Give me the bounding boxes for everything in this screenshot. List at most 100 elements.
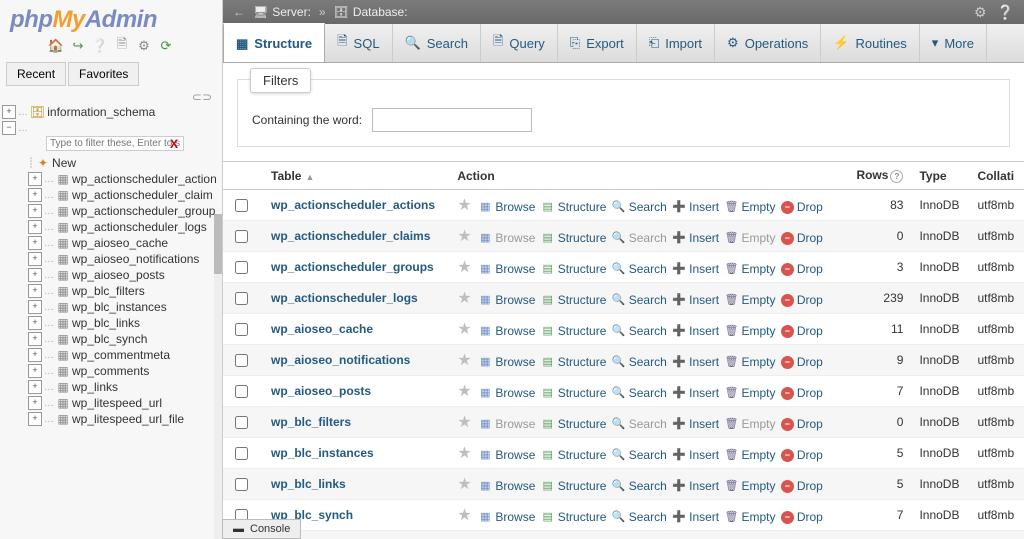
table-name-link[interactable]: wp_actionscheduler_logs (271, 291, 418, 305)
tab-more[interactable]: ▾More (920, 24, 987, 62)
table-name-link[interactable]: wp_blc_instances (271, 446, 374, 460)
tree-table-item[interactable]: wp_actionscheduler_claim (72, 188, 213, 202)
drop-action[interactable]: −Drop (781, 417, 823, 431)
drop-action[interactable]: −Drop (781, 448, 823, 462)
tree-table-item[interactable]: wp_actionscheduler_group (72, 204, 215, 218)
favorite-star-icon[interactable]: ★ (457, 228, 471, 245)
expand-icon[interactable]: + (28, 364, 42, 378)
row-checkbox[interactable] (235, 292, 248, 305)
col-type[interactable]: Type (911, 162, 969, 190)
favorite-star-icon[interactable]: ★ (457, 197, 471, 214)
search-action[interactable]: 🔍Search (612, 386, 667, 400)
containing-input[interactable] (372, 108, 532, 132)
row-checkbox[interactable] (235, 354, 248, 367)
search-action[interactable]: 🔍Search (612, 448, 667, 462)
favorite-star-icon[interactable]: ★ (457, 321, 471, 338)
expand-icon[interactable]: + (28, 316, 42, 330)
structure-action[interactable]: ▤Structure (541, 231, 607, 245)
logout-icon[interactable]: ↪ (70, 38, 86, 54)
favorite-star-icon[interactable]: ★ (457, 507, 471, 524)
empty-action[interactable]: 🗑Empty (724, 479, 775, 493)
link-icon[interactable]: ⊂⊃ (0, 90, 222, 104)
tab-sql[interactable]: 🗎SQL (325, 24, 392, 62)
table-name-link[interactable]: wp_actionscheduler_claims (271, 229, 430, 243)
search-action[interactable]: 🔍Search (612, 293, 667, 307)
drop-action[interactable]: −Drop (781, 262, 823, 276)
structure-action[interactable]: ▤Structure (541, 324, 607, 338)
insert-action[interactable]: ➕Insert (672, 510, 719, 524)
drop-action[interactable]: −Drop (781, 386, 823, 400)
expand-icon[interactable]: + (28, 172, 42, 186)
structure-action[interactable]: ▤Structure (541, 479, 607, 493)
drop-action[interactable]: −Drop (781, 324, 823, 338)
tab-export[interactable]: ⎘Export (558, 24, 637, 62)
tree-table-item[interactable]: wp_commentmeta (72, 348, 170, 362)
expand-icon[interactable]: + (28, 348, 42, 362)
expand-icon[interactable]: + (28, 188, 42, 202)
drop-action[interactable]: −Drop (781, 355, 823, 369)
empty-action[interactable]: 🗑Empty (724, 417, 775, 431)
reload-icon[interactable]: ⟳ (158, 38, 174, 54)
drop-action[interactable]: −Drop (781, 293, 823, 307)
empty-action[interactable]: 🗑Empty (724, 200, 775, 214)
insert-action[interactable]: ➕Insert (672, 262, 719, 276)
expand-icon[interactable]: + (28, 268, 42, 282)
empty-action[interactable]: 🗑Empty (724, 386, 775, 400)
tree-table-item[interactable]: wp_aioseo_posts (72, 268, 165, 282)
search-action[interactable]: 🔍Search (612, 262, 667, 276)
tab-routines[interactable]: ⚡Routines (821, 24, 920, 62)
collapse-icon[interactable]: − (2, 121, 16, 135)
browse-action[interactable]: ▦Browse (478, 386, 535, 400)
expand-icon[interactable]: + (28, 332, 42, 346)
col-table[interactable]: Table▲ (263, 162, 449, 190)
expand-icon[interactable]: + (2, 105, 16, 119)
tab-query[interactable]: 🗎Query (481, 24, 558, 62)
tab-structure[interactable]: ▦Structure (223, 23, 325, 62)
expand-icon[interactable]: + (28, 220, 42, 234)
row-checkbox[interactable] (235, 447, 248, 460)
insert-action[interactable]: ➕Insert (672, 324, 719, 338)
browse-action[interactable]: ▦Browse (478, 200, 535, 214)
server-crumb[interactable]: 🖥 Server: (253, 5, 311, 19)
tree-table-item[interactable]: wp_blc_filters (72, 284, 145, 298)
browse-action[interactable]: ▦Browse (478, 262, 535, 276)
tree-table-item[interactable]: wp_comments (72, 364, 149, 378)
insert-action[interactable]: ➕Insert (672, 293, 719, 307)
drop-action[interactable]: −Drop (781, 479, 823, 493)
insert-action[interactable]: ➕Insert (672, 231, 719, 245)
row-checkbox[interactable] (235, 323, 248, 336)
favorite-star-icon[interactable]: ★ (457, 383, 471, 400)
structure-action[interactable]: ▤Structure (541, 355, 607, 369)
empty-action[interactable]: 🗑Empty (724, 262, 775, 276)
structure-action[interactable]: ▤Structure (541, 417, 607, 431)
search-action[interactable]: 🔍Search (612, 479, 667, 493)
structure-action[interactable]: ▤Structure (541, 386, 607, 400)
tree-scrollbar[interactable] (214, 214, 222, 539)
insert-action[interactable]: ➕Insert (672, 355, 719, 369)
recent-tab[interactable]: Recent (6, 62, 66, 86)
expand-icon[interactable]: + (28, 252, 42, 266)
gear-icon[interactable]: ⚙ (974, 4, 987, 21)
tab-search[interactable]: 🔍Search (393, 24, 481, 62)
insert-action[interactable]: ➕Insert (672, 448, 719, 462)
row-checkbox[interactable] (235, 199, 248, 212)
col-collation[interactable]: Collati (969, 162, 1024, 190)
tree-filter-input[interactable] (46, 136, 184, 151)
console-toggle[interactable]: ▬ Console (222, 519, 301, 539)
expand-icon[interactable]: + (28, 284, 42, 298)
help-icon[interactable]: ❔ (997, 4, 1014, 21)
tree-table-item[interactable]: wp_litespeed_url (72, 396, 162, 410)
docs-icon[interactable]: ❔ (92, 38, 108, 54)
structure-action[interactable]: ▤Structure (541, 448, 607, 462)
expand-icon[interactable]: + (28, 396, 42, 410)
tree-table-item[interactable]: wp_actionscheduler_logs (72, 220, 207, 234)
tab-import[interactable]: ⎗Import (637, 24, 715, 62)
favorite-star-icon[interactable]: ★ (457, 259, 471, 276)
table-name-link[interactable]: wp_actionscheduler_actions (271, 198, 435, 212)
empty-action[interactable]: 🗑Empty (724, 448, 775, 462)
search-action[interactable]: 🔍Search (612, 231, 667, 245)
expand-icon[interactable]: + (28, 204, 42, 218)
settings-icon[interactable]: ⚙ (136, 38, 152, 54)
tree-table-item[interactable]: wp_actionscheduler_action (72, 172, 217, 186)
empty-action[interactable]: 🗑Empty (724, 510, 775, 524)
